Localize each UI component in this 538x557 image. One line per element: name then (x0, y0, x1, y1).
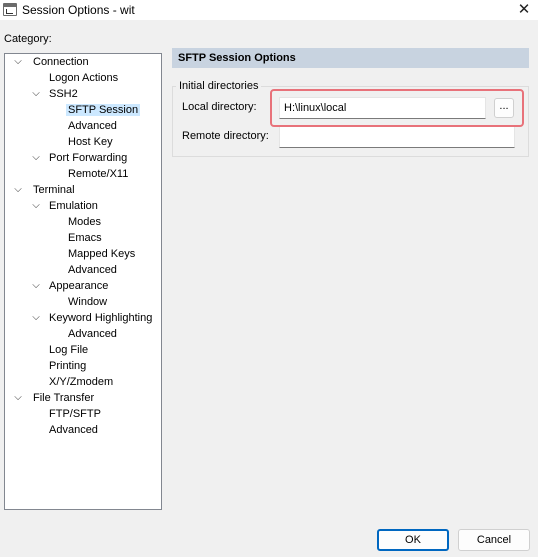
tree-item-label: Appearance (49, 280, 109, 292)
tree-item-label: Terminal (33, 184, 75, 196)
tree-item-port-forwarding[interactable]: ⌵ Port Forwarding (29, 150, 159, 166)
tree-item-label: Advanced (68, 264, 117, 276)
tree-item-label: Connection (33, 56, 89, 68)
tree-item-label: SFTP Session (66, 104, 141, 116)
tree-item-sftp-session[interactable]: SFTP Session (66, 102, 141, 118)
tree-item-emacs[interactable]: Emacs (66, 230, 104, 246)
chevron-down-icon[interactable]: ⌵ (31, 198, 41, 214)
group-label: Initial directories (176, 80, 262, 92)
tree-item-label: Printing (49, 360, 87, 372)
ok-button[interactable]: OK (377, 529, 449, 551)
remote-directory-input[interactable] (279, 126, 515, 148)
title-bar: Session Options - wit ✕ (0, 0, 538, 20)
section-title: SFTP Session Options (172, 48, 529, 68)
tree-item-label: Port Forwarding (49, 152, 128, 164)
tree-item-terminal[interactable]: ⌵ Terminal (11, 182, 161, 198)
tree-item-logon-actions[interactable]: Logon Actions (47, 70, 120, 86)
tree-item-appearance[interactable]: ⌵ Appearance (29, 278, 159, 294)
tree-item-xyzmodem[interactable]: X/Y/Zmodem (47, 374, 115, 390)
local-directory-input[interactable]: H:\linux\local (279, 97, 486, 119)
tree-item-keyword-advanced[interactable]: Advanced (66, 326, 119, 342)
tree-item-label: Advanced (68, 328, 117, 340)
chevron-down-icon[interactable]: ⌵ (31, 278, 41, 294)
tree-item-label: Window (68, 296, 108, 308)
tree-item-host-key[interactable]: Host Key (66, 134, 115, 150)
cancel-button[interactable]: Cancel (458, 529, 530, 551)
tree-item-ssh2-advanced[interactable]: Advanced (66, 118, 119, 134)
tree-item-label: Host Key (68, 136, 113, 148)
tree-item-label: Modes (68, 216, 102, 228)
remote-directory-label: Remote directory: (182, 130, 269, 142)
tree-item-log-file[interactable]: Log File (47, 342, 90, 358)
tree-item-label: Emulation (49, 200, 98, 212)
tree-item-file-transfer-advanced[interactable]: Advanced (47, 422, 100, 438)
tree-item-printing[interactable]: Printing (47, 358, 88, 374)
tree-item-label: X/Y/Zmodem (49, 376, 114, 388)
tree-item-label: Advanced (68, 120, 117, 132)
local-directory-label: Local directory: (182, 101, 257, 113)
chevron-down-icon[interactable]: ⌵ (13, 390, 23, 406)
tree-item-label: Advanced (49, 424, 98, 436)
tree-item-label: Mapped Keys (68, 248, 136, 260)
chevron-down-icon[interactable]: ⌵ (31, 86, 41, 102)
tree-item-label: Log File (49, 344, 89, 356)
window-title: Session Options - wit (22, 3, 135, 17)
app-window-icon (3, 3, 17, 16)
chevron-down-icon[interactable]: ⌵ (31, 310, 41, 326)
tree-item-modes[interactable]: Modes (66, 214, 103, 230)
tree-item-emulation[interactable]: ⌵ Emulation (29, 198, 159, 214)
tree-item-label: Keyword Highlighting (49, 312, 153, 324)
tree-item-remote-x11[interactable]: Remote/X11 (66, 166, 130, 182)
close-button[interactable]: ✕ (510, 0, 538, 20)
tree-item-label: SSH2 (49, 88, 78, 100)
tree-item-file-transfer[interactable]: ⌵ File Transfer (11, 390, 161, 406)
tree-item-label: File Transfer (33, 392, 95, 404)
chevron-down-icon[interactable]: ⌵ (31, 150, 41, 166)
tree-item-ftp-sftp[interactable]: FTP/SFTP (47, 406, 103, 422)
tree-item-label: Logon Actions (49, 72, 119, 84)
tree-item-keyword-highlighting[interactable]: ⌵ Keyword Highlighting (29, 310, 159, 326)
category-label: Category: (4, 33, 52, 45)
tree-item-connection[interactable]: ⌵ Connection (11, 54, 161, 70)
tree-item-mapped-keys[interactable]: Mapped Keys (66, 246, 137, 262)
tree-item-window[interactable]: Window (66, 294, 109, 310)
tree-item-ssh2[interactable]: ⌵ SSH2 (29, 86, 159, 102)
browse-button[interactable]: ... (494, 98, 514, 118)
chevron-down-icon[interactable]: ⌵ (13, 182, 23, 198)
tree-item-label: Emacs (68, 232, 102, 244)
tree-item-label: Remote/X11 (68, 168, 129, 180)
tree-item-label: FTP/SFTP (49, 408, 101, 420)
chevron-down-icon[interactable]: ⌵ (13, 54, 23, 70)
tree-item-emulation-advanced[interactable]: Advanced (66, 262, 119, 278)
category-tree[interactable]: ⌵ Connection Logon Actions ⌵ SSH2 SFTP S… (4, 53, 162, 510)
